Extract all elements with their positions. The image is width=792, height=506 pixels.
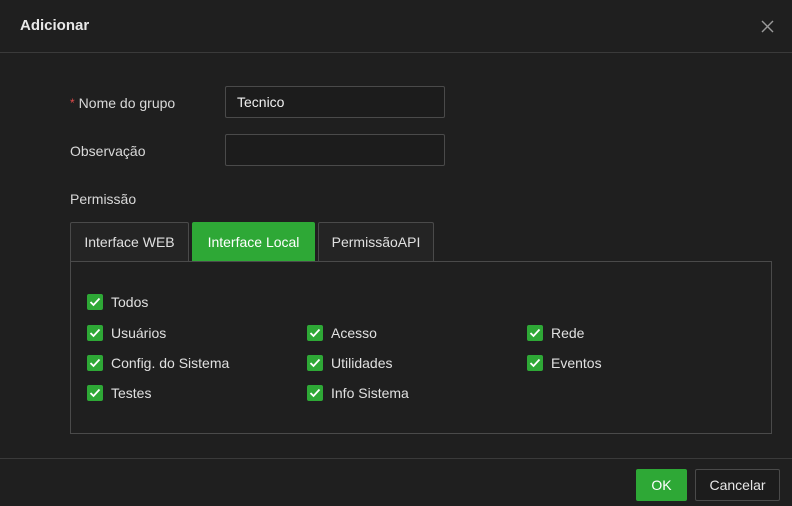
checkbox-checked-icon [527, 325, 543, 341]
add-group-dialog: Adicionar *Nome do grupo Observação Perm… [0, 0, 792, 506]
checkbox-acesso[interactable]: Acesso [307, 325, 377, 341]
tab-interface-web[interactable]: Interface WEB [70, 222, 189, 262]
group-name-label: * Nome do grupo [70, 95, 176, 111]
dialog-header: Adicionar [0, 0, 792, 53]
checkbox-label: Rede [551, 325, 585, 341]
checkbox-label: Config. do Sistema [111, 355, 230, 371]
checkbox-config-sistema[interactable]: Config. do Sistema [87, 355, 229, 371]
dialog-title: Adicionar [20, 17, 90, 34]
checkbox-label: Todos [111, 294, 149, 310]
checkbox-info-sistema[interactable]: Info Sistema [307, 385, 409, 401]
checkbox-label: Testes [111, 385, 152, 401]
checkbox-label: Acesso [331, 325, 377, 341]
permissions-panel [70, 261, 772, 434]
checkbox-checked-icon [87, 355, 103, 371]
checkbox-eventos[interactable]: Eventos [527, 355, 602, 371]
checkbox-checked-icon [307, 325, 323, 341]
checkbox-label: Eventos [551, 355, 602, 371]
observation-label: Observação [70, 143, 146, 159]
checkbox-label: Usuários [111, 325, 167, 341]
tab-permissao-api[interactable]: PermissãoAPI [318, 222, 434, 262]
cancel-button[interactable]: Cancelar [695, 469, 780, 501]
ok-button[interactable]: OK [636, 469, 687, 501]
observation-input[interactable] [225, 134, 445, 166]
checkbox-label: Info Sistema [331, 385, 409, 401]
permission-label: Permissão [70, 191, 137, 207]
tab-interface-local[interactable]: Interface Local [192, 222, 315, 262]
checkbox-usuarios[interactable]: Usuários [87, 325, 166, 341]
checkbox-rede[interactable]: Rede [527, 325, 584, 341]
checkbox-utilidades[interactable]: Utilidades [307, 355, 392, 371]
checkbox-label: Utilidades [331, 355, 393, 371]
required-mark: * [70, 96, 75, 110]
checkbox-checked-icon [307, 385, 323, 401]
checkbox-checked-icon [87, 385, 103, 401]
checkbox-checked-icon [87, 294, 103, 310]
checkbox-checked-icon [307, 355, 323, 371]
checkbox-todos[interactable]: Todos [87, 294, 148, 310]
group-name-input[interactable] [225, 86, 445, 118]
close-icon[interactable] [760, 19, 775, 34]
checkbox-checked-icon [527, 355, 543, 371]
checkbox-testes[interactable]: Testes [87, 385, 151, 401]
checkbox-checked-icon [87, 325, 103, 341]
